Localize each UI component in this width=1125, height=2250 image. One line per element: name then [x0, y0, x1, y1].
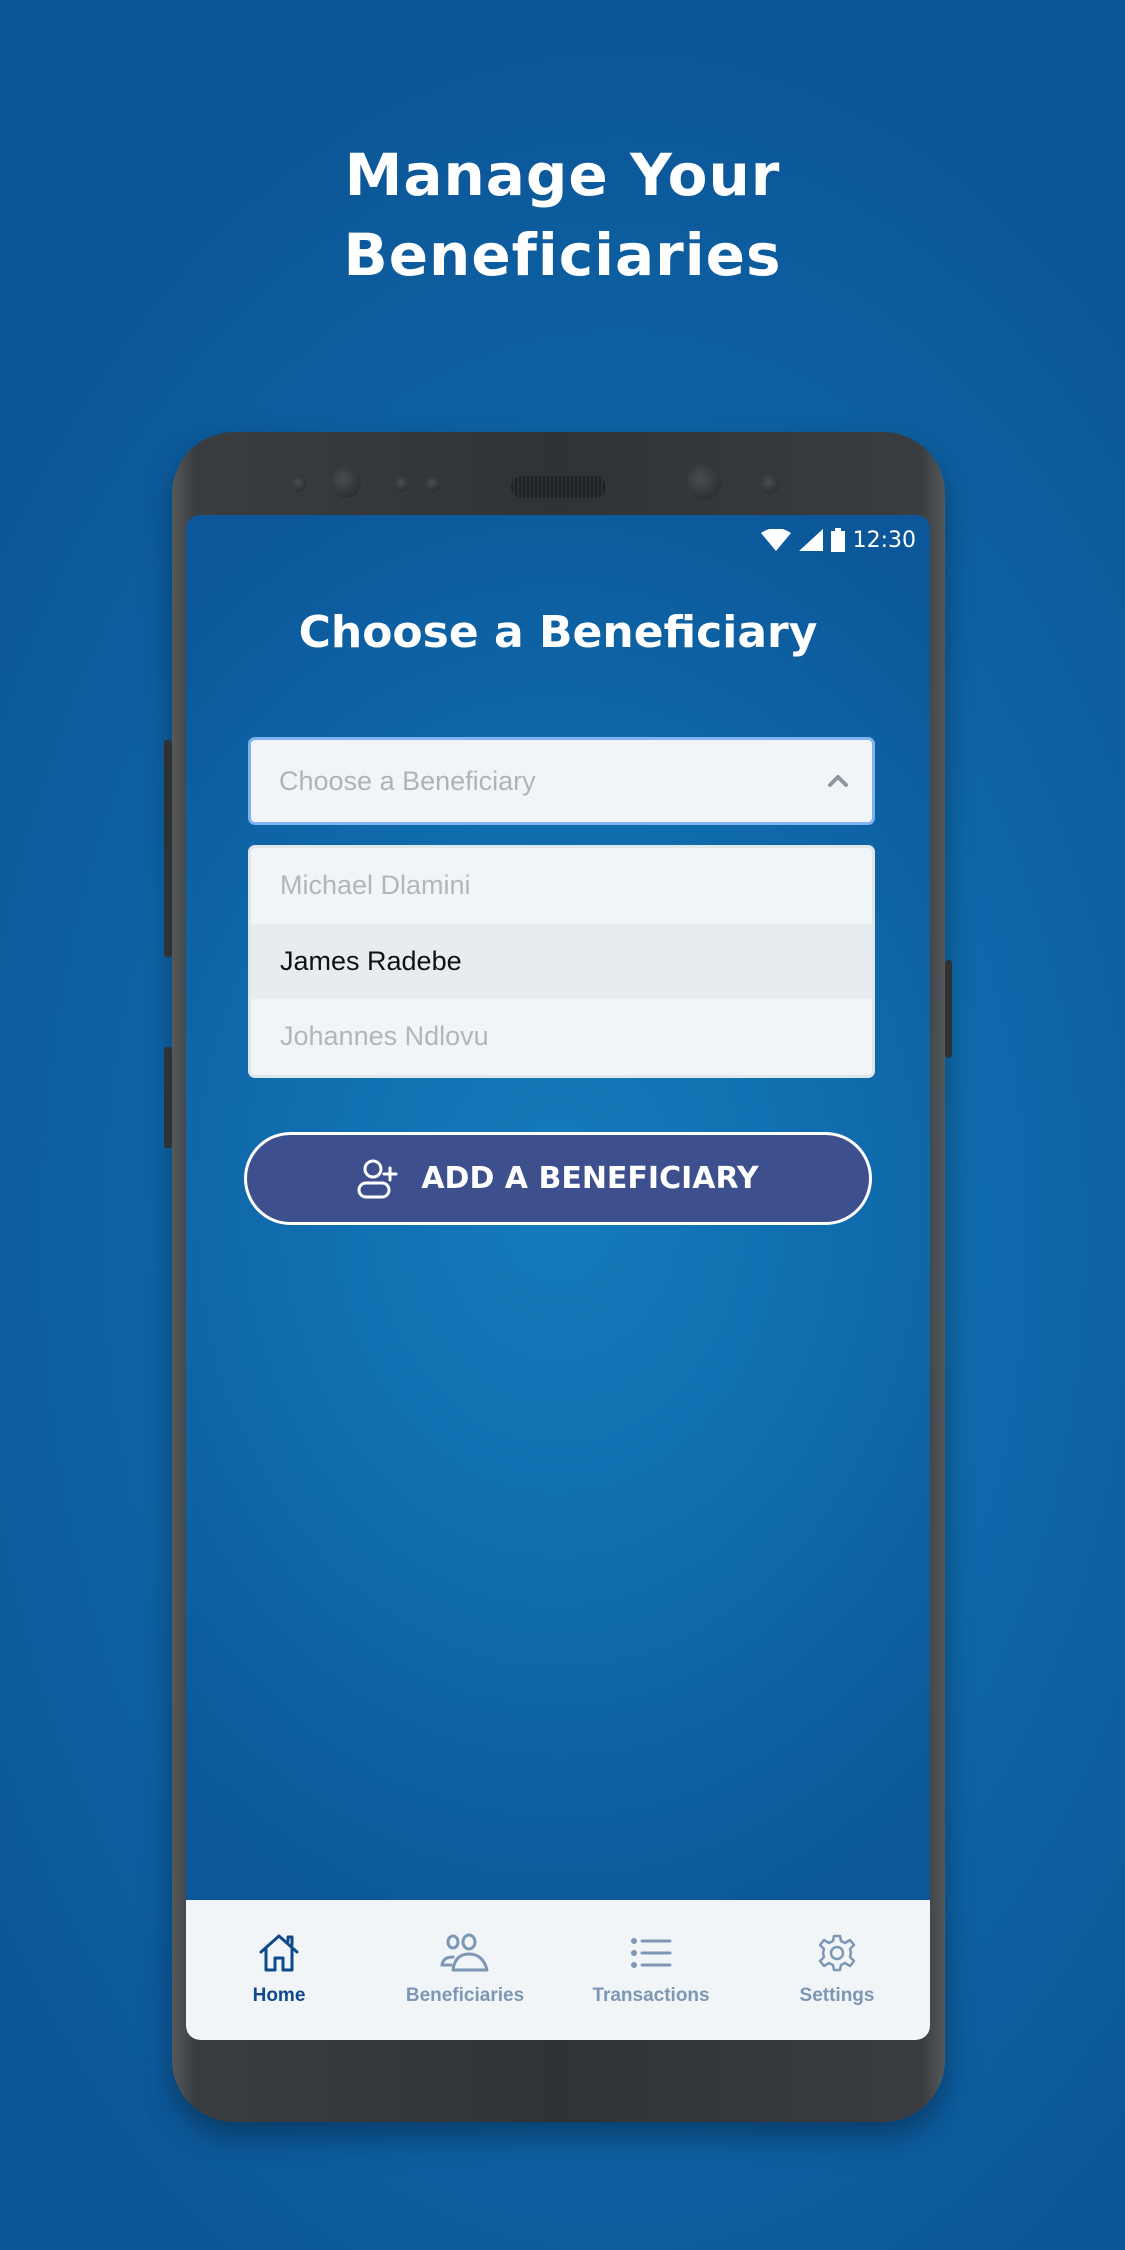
select-placeholder: Choose a Beneficiary	[279, 765, 536, 796]
nav-label-home: Home	[252, 1985, 306, 2006]
iris-camera	[687, 464, 721, 500]
front-camera	[331, 466, 361, 498]
volume-up-button	[164, 740, 172, 957]
wifi-icon	[760, 529, 791, 551]
nav-label-settings: Settings	[799, 1985, 875, 2006]
power-button	[945, 960, 952, 1058]
earpiece-speaker	[511, 476, 606, 498]
promo-title: Manage Your Beneficiaries	[0, 135, 1125, 295]
status-bar: 12:30	[760, 525, 916, 555]
nav-item-beneficiaries[interactable]: Beneficiaries	[372, 1900, 558, 2040]
app-screen: 12:30 Choose a Beneficiary Choose a Bene…	[186, 515, 930, 2040]
status-time: 12:30	[852, 527, 916, 553]
option-james-radebe[interactable]: James Radebe	[251, 923, 872, 1000]
chevron-up-icon	[828, 775, 848, 787]
nav-item-home[interactable]: Home	[186, 1900, 372, 2040]
add-user-icon	[357, 1159, 398, 1198]
beneficiary-options-list: Michael Dlamini James Radebe Johannes Nd…	[248, 845, 875, 1078]
volume-down-button	[164, 1047, 172, 1148]
promo-title-line-2: Beneficiaries	[343, 221, 782, 289]
sensor-dot	[426, 476, 440, 492]
bottom-navigation: Home Beneficiaries Transactions Settings	[186, 1900, 930, 2040]
beneficiary-select[interactable]: Choose a Beneficiary	[248, 737, 875, 825]
add-beneficiary-label: ADD A BENEFICIARY	[421, 1161, 759, 1196]
sensor-dot	[395, 476, 409, 492]
users-icon	[440, 1933, 489, 1972]
nav-item-transactions[interactable]: Transactions	[558, 1900, 744, 2040]
option-michael-dlamini[interactable]: Michael Dlamini	[251, 848, 872, 924]
screen-title: Choose a Beneficiary	[298, 607, 818, 658]
nav-label-transactions: Transactions	[592, 1985, 710, 2006]
gear-icon	[818, 1934, 856, 1972]
home-icon	[259, 1934, 299, 1972]
add-beneficiary-button[interactable]: ADD A BENEFICIARY	[244, 1132, 872, 1225]
sensor-dot	[761, 474, 779, 494]
option-johannes-ndlovu[interactable]: Johannes Ndlovu	[251, 999, 872, 1075]
promo-title-line-1: Manage Your	[344, 141, 781, 209]
nav-item-settings[interactable]: Settings	[744, 1900, 930, 2040]
battery-icon	[830, 528, 845, 552]
list-icon	[631, 1938, 672, 1968]
signal-icon	[798, 529, 823, 551]
phone-frame: 12:30 Choose a Beneficiary Choose a Bene…	[164, 432, 952, 2122]
proximity-sensor	[292, 476, 306, 492]
nav-label-beneficiaries: Beneficiaries	[405, 1985, 525, 2006]
